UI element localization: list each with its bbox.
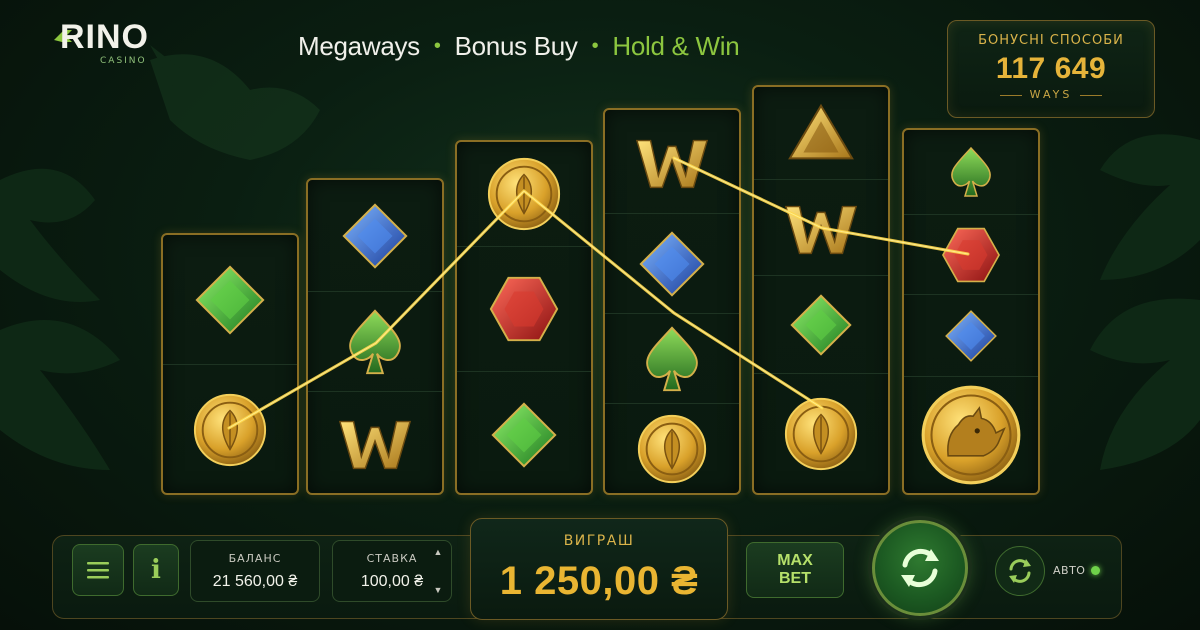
reel-cell — [904, 377, 1038, 493]
gold-pyramid-icon — [788, 103, 854, 160]
reel-cell — [754, 374, 888, 493]
reel-1 — [161, 233, 299, 495]
ways-title: БОНУСНІ СПОСОБИ — [978, 33, 1124, 48]
reel-cell — [308, 292, 442, 392]
autoplay-button[interactable] — [995, 546, 1045, 596]
win-display: ВИГРАШ 1 250,00 ₴ — [470, 518, 728, 620]
reel-cell — [605, 110, 739, 214]
reel-cell — [754, 180, 888, 276]
reel-cell — [457, 372, 591, 493]
balance-label: БАЛАНС — [228, 552, 282, 565]
ways-value: 117 649 — [995, 52, 1107, 85]
info-button[interactable]: i — [133, 544, 179, 596]
reel-cell — [605, 314, 739, 404]
logo-text: RINO — [60, 18, 149, 56]
spin-icon — [901, 548, 939, 588]
reel-6 — [902, 128, 1040, 495]
gold-coin-icon — [784, 397, 858, 470]
ruby-icon — [489, 276, 559, 342]
emerald-icon — [195, 264, 265, 335]
gold-coin-icon — [487, 157, 561, 231]
bet-decrease-icon[interactable]: ▼ — [434, 585, 443, 595]
reel-cell — [605, 214, 739, 314]
balance-field: БАЛАНС 21 560,00 ₴ — [190, 540, 320, 602]
sapphire-icon — [639, 230, 705, 297]
separator-dot: • — [433, 34, 441, 57]
spade-icon — [951, 146, 991, 197]
max-bet-label-line1: MAX — [777, 552, 813, 569]
reel-5 — [752, 85, 890, 495]
wild-icon — [338, 420, 412, 469]
feature-bonus-buy: Bonus Buy — [454, 30, 578, 61]
wild-icon — [635, 139, 709, 188]
reel-cell — [904, 295, 1038, 377]
reel-cell — [754, 87, 888, 180]
win-label: ВИГРАШ — [563, 533, 635, 549]
gold-coin-icon — [637, 414, 707, 483]
reel-cell — [163, 235, 297, 365]
emerald-icon — [491, 401, 557, 468]
reel-3 — [455, 140, 593, 495]
menu-icon — [87, 562, 109, 579]
bet-stepper: ▲ ▼ — [431, 547, 445, 595]
rhino-coin-icon — [921, 385, 1021, 485]
reel-cell — [308, 180, 442, 292]
emerald-icon — [790, 293, 852, 356]
spade-icon — [349, 308, 401, 374]
menu-button[interactable] — [72, 544, 124, 596]
sapphire-icon — [342, 202, 408, 269]
casino-logo: RINO CASINO — [52, 18, 172, 66]
bet-field[interactable]: СТАВКА 100,00 ₴ ▲ ▼ — [332, 540, 452, 602]
ruby-icon — [942, 227, 1000, 282]
feature-hold-win: Hold & Win — [612, 30, 740, 61]
autoplay-control[interactable]: АВТО — [995, 546, 1113, 596]
feature-list: Megaways • Bonus Buy • Hold & Win — [298, 30, 740, 62]
max-bet-button[interactable]: MAX BET — [746, 542, 844, 598]
win-value: 1 250,00 ₴ — [499, 559, 699, 603]
ways-label: WAYS — [948, 88, 1154, 101]
reel-cell — [904, 215, 1038, 295]
reel-cell — [754, 276, 888, 374]
autoplay-status-indicator — [1091, 566, 1100, 575]
reel-4 — [603, 108, 741, 495]
spade-icon — [646, 325, 698, 391]
autoplay-icon — [1009, 559, 1031, 583]
bonus-ways-panel: БОНУСНІ СПОСОБИ 117 649 WAYS — [947, 20, 1155, 118]
reel-2 — [306, 178, 444, 495]
bet-increase-icon[interactable]: ▲ — [434, 547, 443, 557]
reel-cell — [457, 247, 591, 372]
reel-cell — [904, 130, 1038, 215]
sapphire-icon — [945, 309, 997, 362]
feature-megaways: Megaways — [298, 30, 420, 61]
reel-cell — [163, 365, 297, 493]
separator-dot: • — [591, 34, 599, 57]
wild-icon — [784, 205, 858, 254]
reel-cell — [308, 392, 442, 493]
spin-button[interactable] — [872, 520, 968, 616]
reel-cell — [605, 404, 739, 493]
gold-coin-icon — [193, 393, 267, 467]
autoplay-label: АВТО — [1053, 564, 1086, 577]
balance-value: 21 560,00 ₴ — [212, 573, 298, 590]
reel-cell — [457, 142, 591, 247]
max-bet-label-line2: BET — [779, 570, 811, 587]
info-icon: i — [151, 555, 161, 585]
logo-subtext: CASINO — [100, 56, 147, 66]
